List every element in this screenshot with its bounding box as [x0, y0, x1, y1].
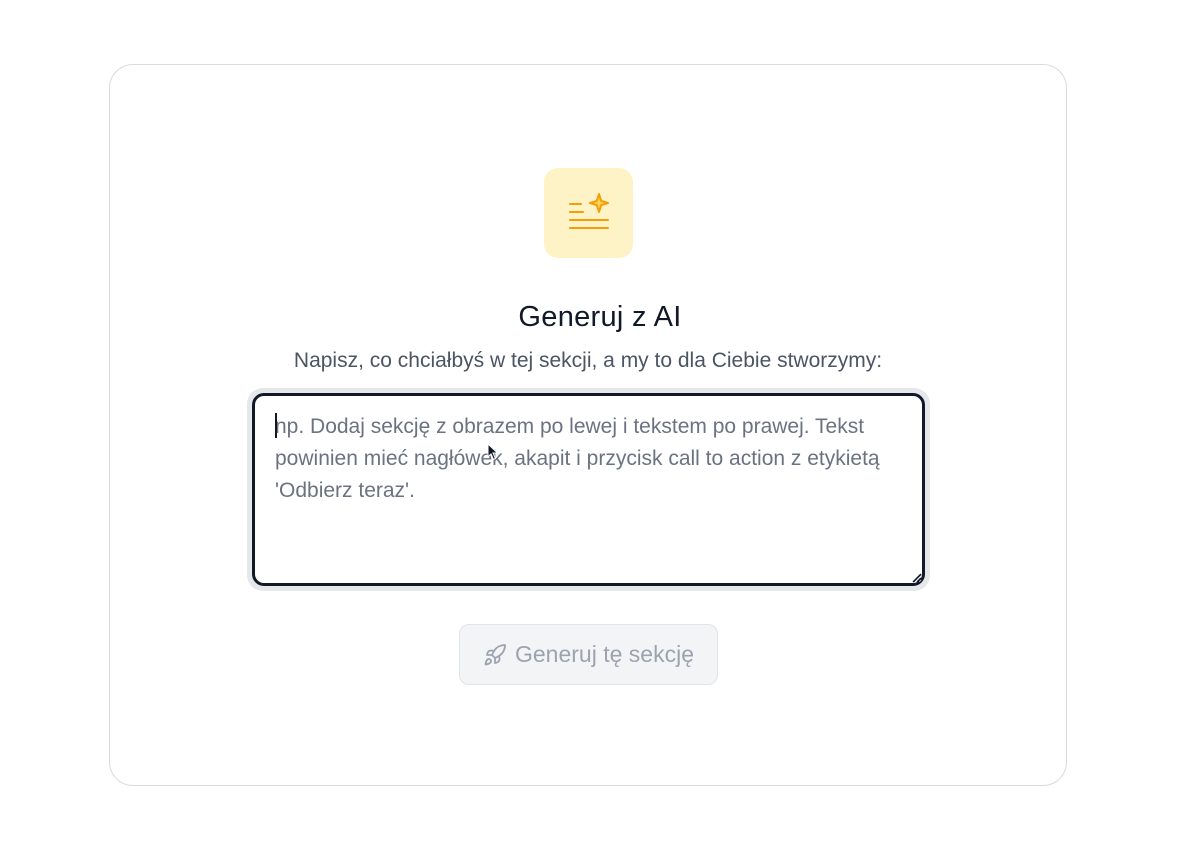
mouse-pointer-icon	[487, 443, 499, 461]
text-caret	[275, 413, 277, 438]
resize-handle-icon[interactable]	[911, 572, 922, 583]
rocket-icon	[483, 643, 507, 667]
generate-section-label: Generuj tę sekcję	[515, 641, 694, 667]
ai-text-sparkle-icon	[544, 168, 633, 258]
generate-section-button[interactable]: Generuj tę sekcję	[459, 624, 718, 685]
dialog-title: Generuj z AI	[518, 301, 682, 333]
dialog-subtitle: Napisz, co chciałbyś w tej sekcji, a my …	[293, 349, 883, 372]
prompt-textarea[interactable]	[252, 393, 925, 586]
